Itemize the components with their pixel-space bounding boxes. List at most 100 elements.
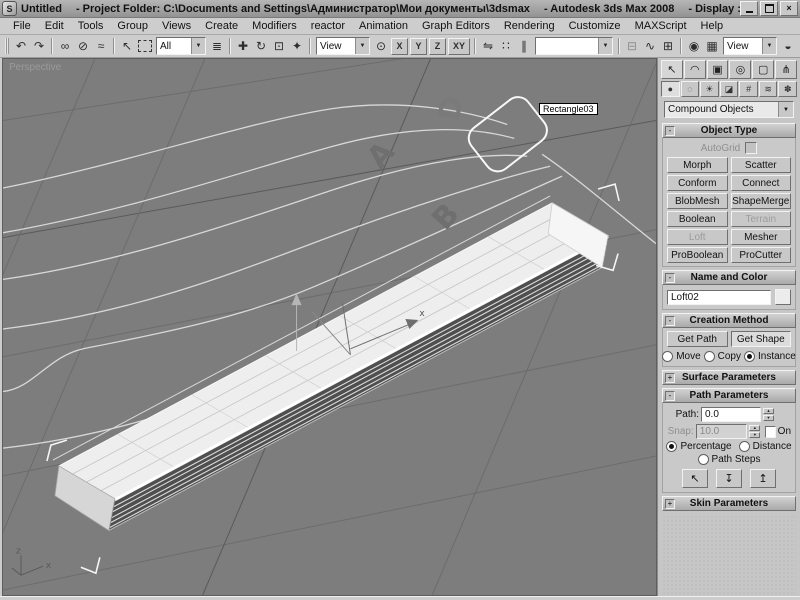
path-spinner[interactable]: ▲ ▼ — [763, 408, 774, 421]
path-steps-radio[interactable] — [698, 454, 709, 465]
spinner-up-icon[interactable]: ▲ — [763, 408, 774, 414]
category-lights[interactable]: ☀ — [700, 81, 719, 97]
menu-views[interactable]: Views — [155, 20, 198, 32]
category-spacewarps[interactable]: ≋ — [759, 81, 778, 97]
toolbar-grip[interactable] — [5, 38, 9, 54]
menu-animation[interactable]: Animation — [352, 20, 415, 32]
rollout-expand-icon[interactable]: + — [665, 373, 675, 383]
spinner-down-icon[interactable]: ▼ — [763, 415, 774, 421]
menu-create[interactable]: Create — [198, 20, 245, 32]
tab-create[interactable]: ↖ — [661, 60, 683, 79]
snap-on-checkbox[interactable] — [765, 426, 775, 438]
move-radio[interactable] — [662, 351, 673, 362]
dropdown-arrow-icon[interactable]: ▼ — [762, 38, 776, 54]
geometry-category-dropdown[interactable]: Compound Objects ▼ — [664, 101, 794, 118]
name-color-header[interactable]: - Name and Color — [662, 270, 796, 285]
menu-edit[interactable]: Edit — [38, 20, 71, 32]
proboolean-button[interactable]: ProBoolean — [667, 247, 728, 263]
scatter-button[interactable]: Scatter — [731, 157, 792, 173]
category-geometry[interactable]: ● — [661, 81, 680, 97]
select-region-icon[interactable] — [136, 37, 154, 55]
axis-z-button[interactable]: Z — [429, 38, 446, 55]
render-setup-icon[interactable]: ▦ — [703, 37, 721, 55]
copy-radio[interactable] — [704, 351, 715, 362]
scale-icon[interactable]: ⊡ — [270, 37, 288, 55]
instance-radio[interactable] — [744, 351, 755, 362]
use-center-icon[interactable]: ⊙ — [372, 37, 390, 55]
schematic-view-icon[interactable]: ⊞ — [659, 37, 677, 55]
redo-icon[interactable]: ↷ — [30, 37, 48, 55]
percentage-radio[interactable] — [666, 441, 677, 452]
get-path-button[interactable]: Get Path — [667, 331, 728, 347]
rollout-collapse-icon[interactable]: - — [665, 126, 675, 136]
menu-file[interactable]: File — [6, 20, 38, 32]
material-editor-icon[interactable]: ◉ — [685, 37, 703, 55]
object-name-field[interactable]: Loft02 — [667, 290, 771, 305]
get-shape-button[interactable]: Get Shape — [731, 331, 792, 347]
blobmesh-button[interactable]: BlobMesh — [667, 193, 728, 209]
menu-maxscript[interactable]: MAXScript — [628, 20, 694, 32]
layer-manager-icon[interactable]: ⊟ — [623, 37, 641, 55]
undo-icon[interactable]: ↶ — [12, 37, 30, 55]
mesher-button[interactable]: Mesher — [731, 229, 792, 245]
menu-modifiers[interactable]: Modifiers — [245, 20, 304, 32]
previous-shape-button[interactable]: ↧ — [716, 469, 742, 488]
curve-editor-icon[interactable]: ∿ — [641, 37, 659, 55]
object-color-swatch[interactable] — [775, 289, 791, 305]
next-shape-button[interactable]: ↥ — [750, 469, 776, 488]
path-value-field[interactable]: 0.0 — [701, 407, 761, 422]
spinner-up-icon[interactable]: ▲ — [749, 425, 760, 431]
dropdown-arrow-icon[interactable]: ▼ — [598, 38, 612, 54]
menu-customize[interactable]: Customize — [562, 20, 628, 32]
object-type-header[interactable]: - Object Type — [662, 123, 796, 138]
tab-motion[interactable]: ◎ — [729, 60, 751, 79]
boolean-button[interactable]: Boolean — [667, 211, 728, 227]
restore-button[interactable] — [760, 1, 778, 16]
snap-spinner[interactable]: ▲ ▼ — [749, 425, 760, 438]
ref-coord-dropdown[interactable]: View ▼ — [316, 37, 370, 55]
autogrid-checkbox[interactable] — [745, 142, 757, 154]
render-type-dropdown[interactable]: View ▼ — [723, 37, 777, 55]
named-sets-dropdown[interactable]: ▼ — [535, 37, 613, 55]
minimize-button[interactable] — [740, 1, 758, 16]
align-icon[interactable]: ∥ — [515, 37, 533, 55]
category-shapes[interactable]: ◌ — [681, 81, 700, 97]
tab-display[interactable]: ▢ — [752, 60, 774, 79]
select-icon[interactable]: ↖ — [118, 37, 136, 55]
rollout-collapse-icon[interactable]: - — [665, 316, 675, 326]
viewport-label[interactable]: Perspective — [9, 62, 61, 73]
surface-parameters-header[interactable]: + Surface Parameters — [662, 370, 796, 385]
menu-rendering[interactable]: Rendering — [497, 20, 562, 32]
tab-modify[interactable]: ◠ — [684, 60, 706, 79]
axis-y-button[interactable]: Y — [410, 38, 427, 55]
category-helpers[interactable]: # — [739, 81, 758, 97]
path-parameters-header[interactable]: - Path Parameters — [662, 388, 796, 403]
category-cameras[interactable]: ◪ — [720, 81, 739, 97]
snap-toggle-icon[interactable]: ∷ — [497, 37, 515, 55]
spinner-down-icon[interactable]: ▼ — [749, 432, 760, 438]
creation-method-header[interactable]: - Creation Method — [662, 313, 796, 328]
move-icon[interactable]: ✚ — [234, 37, 252, 55]
rollout-collapse-icon[interactable]: - — [665, 273, 675, 283]
menu-reactor[interactable]: reactor — [304, 20, 352, 32]
rollout-expand-icon[interactable]: + — [665, 499, 675, 509]
tab-utilities[interactable]: ⋔ — [775, 60, 797, 79]
connect-button[interactable]: Connect — [731, 175, 792, 191]
pick-shape-button[interactable]: ↖ — [682, 469, 708, 488]
menu-tools[interactable]: Tools — [71, 20, 111, 32]
procutter-button[interactable]: ProCutter — [731, 247, 792, 263]
bind-spacewarp-icon[interactable]: ≈ — [92, 37, 110, 55]
conform-button[interactable]: Conform — [667, 175, 728, 191]
mirror-icon[interactable]: ⇋ — [479, 37, 497, 55]
manipulate-icon[interactable]: ✦ — [288, 37, 306, 55]
distance-radio[interactable] — [739, 441, 750, 452]
morph-button[interactable]: Morph — [667, 157, 728, 173]
menu-graph-editors[interactable]: Graph Editors — [415, 20, 497, 32]
unlink-icon[interactable]: ⊘ — [74, 37, 92, 55]
category-systems[interactable]: ✽ — [778, 81, 797, 97]
close-button[interactable]: × — [780, 1, 798, 16]
select-by-name-icon[interactable]: ≣ — [208, 37, 226, 55]
perspective-viewport[interactable]: Perspective Rectangle03 — [2, 58, 657, 596]
rotate-icon[interactable]: ↻ — [252, 37, 270, 55]
menu-group[interactable]: Group — [110, 20, 155, 32]
